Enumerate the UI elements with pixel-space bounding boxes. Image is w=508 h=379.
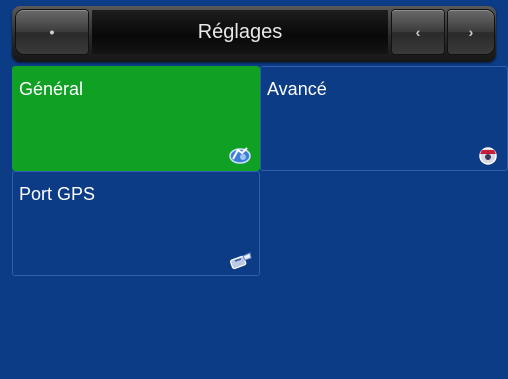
settings-advanced-icon <box>479 147 497 165</box>
tile-general-label: Général <box>19 79 84 99</box>
gps-port-icon <box>230 252 252 270</box>
tile-advanced-label: Avancé <box>267 79 327 99</box>
title-panel: Réglages <box>92 10 388 54</box>
tile-gps-port-label: Port GPS <box>19 184 96 204</box>
tile-gps-port[interactable]: Port GPS <box>12 171 260 276</box>
settings-screen: • Réglages ‹ › Général Avancé Port GPS <box>0 0 508 379</box>
tile-advanced[interactable]: Avancé <box>260 66 508 171</box>
previous-icon: ‹ <box>415 24 421 40</box>
next-page-button[interactable]: › <box>448 10 494 54</box>
tile-general[interactable]: Général <box>12 66 260 171</box>
back-icon: • <box>49 24 55 40</box>
previous-page-button[interactable]: ‹ <box>392 10 444 54</box>
settings-general-icon <box>229 147 251 164</box>
page-title: Réglages <box>197 21 283 43</box>
title-bar: • Réglages ‹ › <box>0 0 508 66</box>
next-icon: › <box>468 24 474 40</box>
back-button[interactable]: • <box>16 10 88 54</box>
